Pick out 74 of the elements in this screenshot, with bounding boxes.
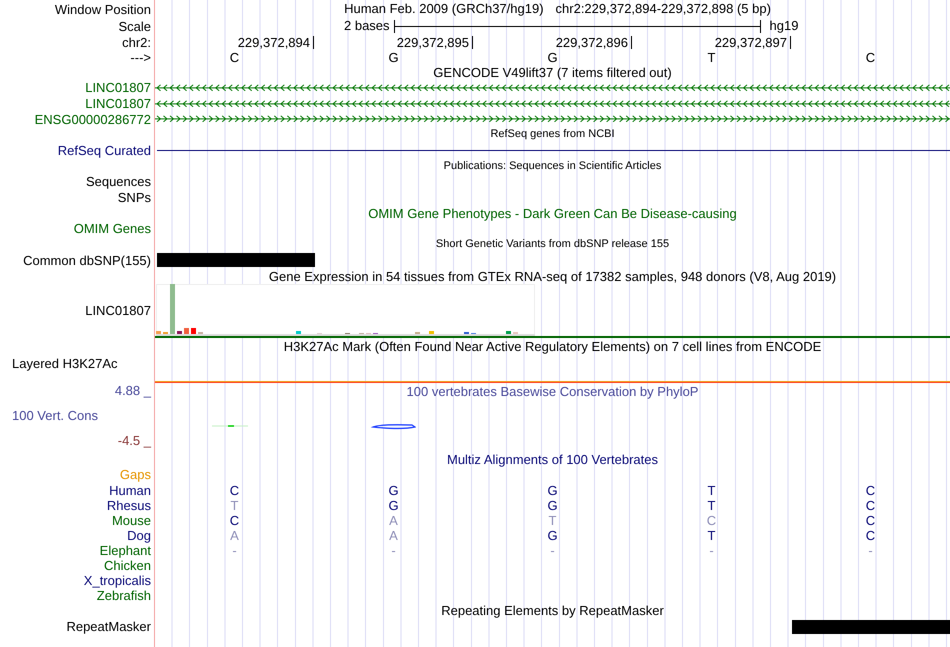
track-title: GENCODE V49lift37 (7 items filtered out) [433, 66, 672, 78]
species-label[interactable]: Elephant [100, 544, 151, 557]
alignment-base: - [549, 544, 556, 557]
alignment-base: A [388, 514, 399, 527]
alignment-base: T [548, 514, 558, 527]
track-title: RefSeq genes from NCBI [490, 129, 615, 140]
base-letter: C [864, 50, 876, 64]
row-label[interactable]: Window Position [54, 2, 151, 16]
row-label[interactable]: Scale [118, 20, 151, 32]
species-label[interactable]: Zebrafish [96, 588, 151, 602]
alignment-base: A [229, 528, 240, 542]
gene-label[interactable]: LINC01807 [85, 304, 151, 317]
alignment-base: C [228, 484, 240, 497]
axis-min-label: -4.5 _ [118, 434, 151, 448]
species-label[interactable]: Mouse [112, 514, 151, 527]
position-tick: 229,372,896 [556, 36, 632, 48]
alignment-base: C [706, 514, 718, 527]
species-label[interactable]: Chicken [104, 558, 151, 572]
alignment-base: - [867, 544, 874, 557]
alignment-base: C [228, 514, 240, 527]
alignment-base: G [546, 498, 559, 512]
alignment-base: - [390, 544, 397, 557]
position-tick: 229,372,897 [714, 36, 791, 48]
track-title: H3K27Ac Mark (Often Found Near Active Regulatory Elements) on 7 cell lines from ENCODE [284, 340, 822, 353]
alignment-base: - [708, 544, 715, 557]
species-label[interactable]: Human [109, 484, 151, 497]
position-tick: 229,372,895 [396, 36, 473, 48]
alignment-base: G [546, 484, 559, 497]
track-label[interactable]: OMIM Genes [74, 222, 151, 236]
alignment-base: G [387, 484, 400, 497]
axis-max-label: 4.88 _ [114, 384, 151, 398]
base-letter: G [387, 50, 400, 64]
track-label[interactable]: RefSeq Curated [58, 144, 151, 158]
track-label[interactable]: Common dbSNP(155) [23, 254, 151, 267]
track-title: Multiz Alignments of 100 Vertebrates [446, 452, 658, 466]
alignment-base: C [864, 498, 876, 512]
species-label[interactable]: Rhesus [106, 498, 151, 512]
track-title: OMIM Gene Phenotypes - Dark Green Can Be Disease-causing [368, 206, 737, 220]
gene-label[interactable]: LINC01807 [85, 97, 151, 110]
gene-label[interactable]: ENSG00000286772 [34, 112, 151, 126]
alignment-base: T [706, 484, 716, 497]
alignment-base: - [231, 544, 238, 557]
assembly-text: Human Feb. 2009 (GRCh37/hg19) [344, 0, 544, 18]
track-title: Short Genetic Variants from dbSNP release 155 [436, 238, 670, 250]
strand-toggle[interactable]: ---> [130, 50, 151, 64]
track-label[interactable]: Sequences [86, 175, 151, 188]
alignment-base: C [864, 484, 876, 497]
alignment-base: A [388, 528, 399, 542]
position-text: chr2:229,372,894-229,372,898 (5 bp) [556, 0, 771, 18]
track-label[interactable]: Layered H3K27Ac [12, 356, 118, 371]
track-title: Gene Expression in 54 tissues from GTEx RNA-seq of 17382 samples, 948 donors (V8, Aug 2019) [268, 270, 836, 283]
assembly-text: hg19 [770, 17, 798, 36]
track-title: 100 vertebrates Basewise Conservation by PhyloP [406, 385, 698, 398]
alignment-base: T [230, 498, 240, 512]
track-title: Publications: Sequences in Scientific Articles [444, 160, 662, 172]
alignment-base: C [864, 528, 876, 542]
track-label[interactable]: 100 Vert. Cons [12, 408, 98, 424]
track-label[interactable]: RepeatMasker [66, 620, 151, 634]
species-label[interactable]: X_tropicalis [84, 574, 151, 587]
position-tick: 229,372,894 [238, 36, 314, 48]
species-label[interactable]: Dog [127, 528, 151, 542]
alignment-base: C [864, 514, 876, 527]
alignment-base: T [706, 498, 716, 512]
alignment-base: G [546, 528, 559, 542]
track-label[interactable]: SNPs [118, 190, 151, 204]
base-letter: T [706, 50, 716, 64]
base-letter: G [546, 50, 559, 64]
track-title: Repeating Elements by RepeatMasker [441, 604, 664, 618]
row-label[interactable]: chr2: [122, 36, 151, 48]
alignment-base: G [387, 498, 400, 512]
alignment-base: T [706, 528, 716, 542]
scale-text: 2 bases [344, 17, 390, 36]
gene-label[interactable]: LINC01807 [85, 81, 151, 94]
base-letter: C [228, 50, 240, 64]
